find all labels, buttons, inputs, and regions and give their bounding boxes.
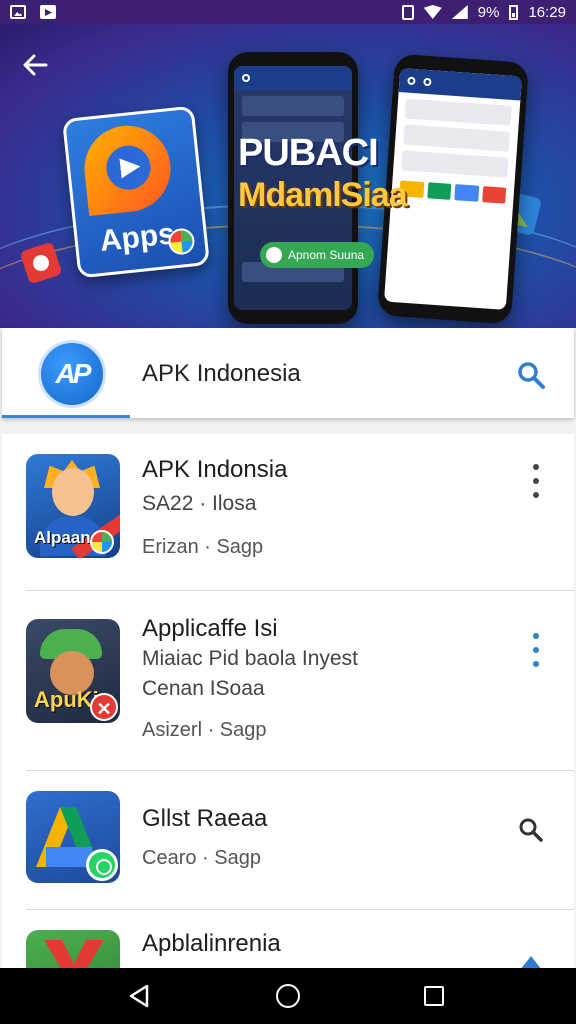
wifi-icon (423, 5, 442, 19)
app-icon: ApuKi ✕ (26, 619, 120, 723)
flag-icon (40, 5, 56, 19)
navigation-bar (0, 968, 576, 1024)
app-icon: Alpaan (26, 454, 120, 558)
app-icon-label: Alpaan (34, 528, 91, 547)
list-item[interactable]: Apblalinrenia (2, 910, 574, 968)
list-item[interactable]: Gllst Raeaa Cearo · Sagp (2, 771, 574, 909)
play-icon (80, 121, 175, 217)
brand-logo: AP (38, 340, 106, 408)
more-vert-icon[interactable] (528, 633, 544, 667)
search-icon[interactable] (516, 360, 546, 390)
hero-banner: Apps PUBACI MdamlSiaa Apnom Suuna (0, 24, 576, 328)
more-vert-icon[interactable] (528, 464, 544, 498)
color-ring-icon (90, 530, 114, 554)
list-item[interactable]: ApuKi ✕ Applicaffe Isi Miaiac Pid baola … (2, 591, 574, 770)
photo-icon (10, 5, 26, 19)
list-item[interactable]: Alpaan APK Indonsia SA22 · Ilosa Erizan … (2, 434, 574, 590)
app-icon (26, 930, 120, 968)
app-title: Apblalinrenia (142, 930, 281, 957)
app-subtitle: SA22 · Ilosa (142, 492, 257, 515)
search-bar[interactable]: AP APK Indonesia (2, 328, 574, 418)
app-meta: Cearo · Sagp (142, 847, 261, 869)
home-circle-icon[interactable] (276, 984, 300, 1008)
app-title: Gllst Raeaa (142, 805, 268, 832)
hero-pill-button[interactable]: Apnom Suuna (260, 242, 375, 268)
app-meta: Erizan · Sagp (142, 536, 264, 558)
close-icon: ✕ (90, 693, 118, 721)
arrow-up-icon[interactable] (520, 956, 542, 968)
app-icon (26, 791, 120, 883)
search-query[interactable]: APK Indonesia (142, 360, 301, 388)
app-meta: Asizerl · Sagp (142, 719, 267, 741)
back-button[interactable] (20, 50, 54, 84)
hero-title: PUBACI (238, 132, 379, 174)
signal-icon (451, 5, 468, 19)
app-title: Applicaffe Isi (142, 615, 278, 642)
app-title: APK Indonsia (142, 456, 288, 483)
app-icon-label: ApuKi (34, 687, 99, 712)
battery-percent: 9% (477, 3, 500, 21)
status-bar: 9% 16:29 (0, 0, 576, 24)
whatsapp-icon (86, 849, 118, 881)
back-arrow-icon (23, 54, 48, 76)
app-list: Alpaan APK Indonsia SA22 · Ilosa Erizan … (2, 434, 574, 968)
battery-icon (509, 4, 519, 20)
app-subtitle: Cenan ISoaa (142, 677, 265, 700)
apps-logo-label: Apps (98, 217, 177, 258)
search-icon[interactable] (518, 817, 544, 843)
back-triangle-icon[interactable] (128, 984, 150, 1008)
search-underline (2, 415, 130, 418)
apps-logo-card: Apps (61, 105, 211, 279)
vibrate-icon (401, 4, 414, 20)
clock: 16:29 (528, 3, 566, 21)
recents-square-icon[interactable] (424, 986, 444, 1006)
hero-subtitle: MdamlSiaa (238, 176, 408, 214)
app-subtitle: Miaiac Pid baola Inyest (142, 647, 358, 670)
